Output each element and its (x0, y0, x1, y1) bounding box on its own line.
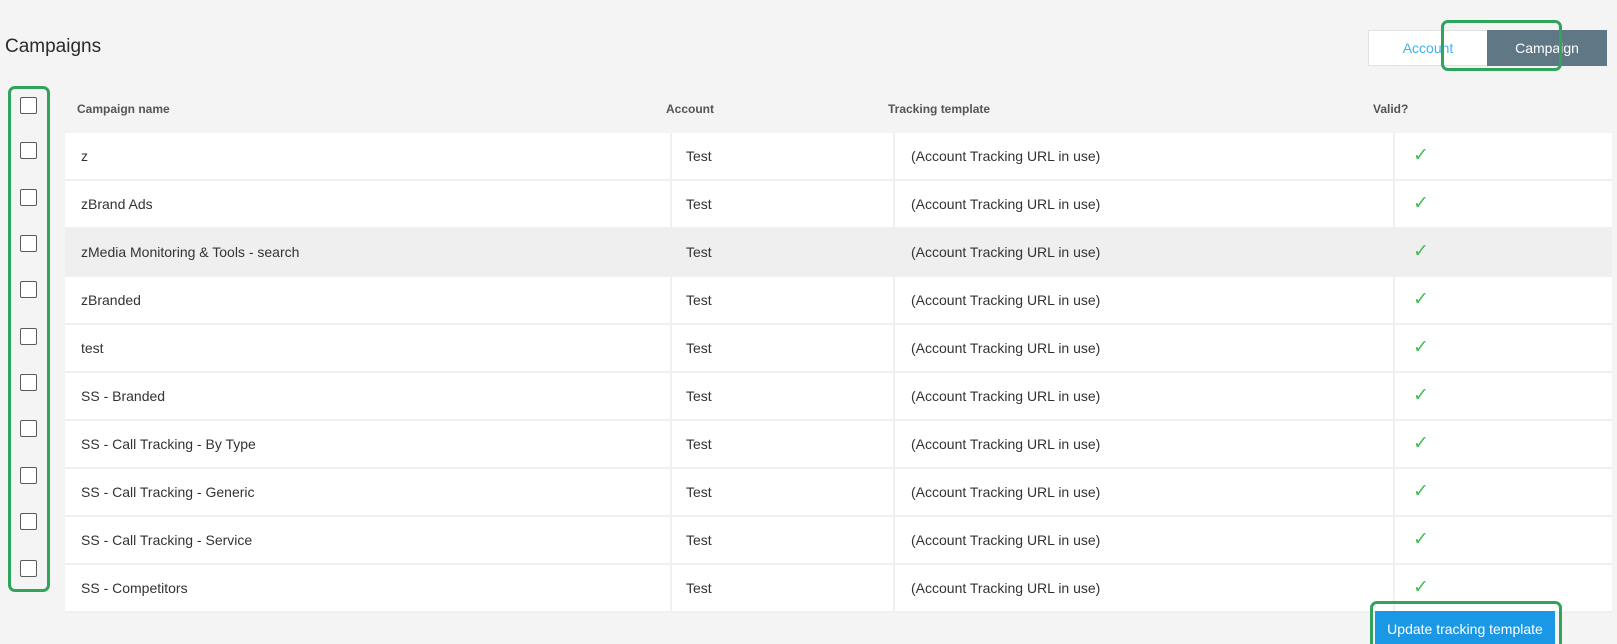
row-checkbox[interactable] (20, 374, 37, 391)
tracking-template-cell: (Account Tracking URL in use) (895, 373, 1395, 419)
valid-check-icon: ✓ (1413, 481, 1429, 502)
campaign-name-cell: SS - Competitors (65, 565, 672, 611)
campaign-name-cell: zMedia Monitoring & Tools - search (65, 229, 672, 275)
tracking-template-cell: (Account Tracking URL in use) (895, 517, 1395, 563)
valid-check-icon: ✓ (1413, 193, 1429, 214)
account-cell: Test (672, 421, 895, 467)
account-cell: Test (672, 565, 895, 611)
campaign-name-cell: SS - Call Tracking - Service (65, 517, 672, 563)
campaigns-table: Campaign name Account Tracking template … (65, 89, 1612, 613)
campaign-name-cell: test (65, 325, 672, 371)
header-account[interactable]: Account (666, 102, 714, 116)
campaign-name-cell: zBranded (65, 277, 672, 323)
valid-check-icon: ✓ (1413, 433, 1429, 454)
table-row[interactable]: SS - Branded Test (Account Tracking URL … (65, 373, 1612, 421)
account-cell: Test (672, 133, 895, 179)
row-checkbox[interactable] (20, 513, 37, 530)
table-row[interactable]: zBrand Ads Test (Account Tracking URL in… (65, 181, 1612, 229)
account-cell: Test (672, 325, 895, 371)
campaign-name-cell: zBrand Ads (65, 181, 672, 227)
valid-check-icon: ✓ (1413, 241, 1429, 262)
valid-check-icon: ✓ (1413, 337, 1429, 358)
row-checkbox[interactable] (20, 281, 37, 298)
page-title: Campaigns (5, 36, 102, 57)
header-tracking-template[interactable]: Tracking template (888, 102, 990, 116)
update-tracking-template-button[interactable]: Update tracking template (1375, 611, 1555, 644)
table-row[interactable]: SS - Competitors Test (Account Tracking … (65, 565, 1612, 613)
tracking-template-cell: (Account Tracking URL in use) (895, 421, 1395, 467)
account-cell: Test (672, 517, 895, 563)
valid-check-icon: ✓ (1413, 577, 1429, 598)
tracking-template-cell: (Account Tracking URL in use) (895, 565, 1395, 611)
table-row[interactable]: SS - Call Tracking - Generic Test (Accou… (65, 469, 1612, 517)
campaign-name-cell: SS - Branded (65, 373, 672, 419)
row-checkbox[interactable] (20, 420, 37, 437)
select-all-checkbox[interactable] (20, 97, 37, 114)
header-campaign-name[interactable]: Campaign name (77, 102, 170, 116)
account-cell: Test (672, 373, 895, 419)
view-toggle: Account Campaign (1368, 30, 1607, 66)
table-row[interactable]: SS - Call Tracking - By Type Test (Accou… (65, 421, 1612, 469)
account-cell: Test (672, 469, 895, 515)
row-checkbox[interactable] (20, 142, 37, 159)
valid-check-icon: ✓ (1413, 289, 1429, 310)
valid-check-icon: ✓ (1413, 145, 1429, 166)
valid-check-icon: ✓ (1413, 529, 1429, 550)
tracking-template-cell: (Account Tracking URL in use) (895, 277, 1395, 323)
tracking-template-cell: (Account Tracking URL in use) (895, 229, 1395, 275)
table-row[interactable]: zBranded Test (Account Tracking URL in u… (65, 277, 1612, 325)
row-checkbox[interactable] (20, 189, 37, 206)
account-cell: Test (672, 277, 895, 323)
table-row[interactable]: zMedia Monitoring & Tools - search Test … (65, 229, 1612, 277)
row-checkbox[interactable] (20, 235, 37, 252)
campaign-name-cell: z (65, 133, 672, 179)
row-checkbox[interactable] (20, 328, 37, 345)
row-checkbox[interactable] (20, 560, 37, 577)
table-row[interactable]: test Test (Account Tracking URL in use) … (65, 325, 1612, 373)
account-cell: Test (672, 181, 895, 227)
campaign-name-cell: SS - Call Tracking - By Type (65, 421, 672, 467)
tracking-template-cell: (Account Tracking URL in use) (895, 325, 1395, 371)
table-row[interactable]: SS - Call Tracking - Service Test (Accou… (65, 517, 1612, 565)
header-valid[interactable]: Valid? (1373, 102, 1408, 116)
tracking-template-cell: (Account Tracking URL in use) (895, 133, 1395, 179)
table-header: Campaign name Account Tracking template … (65, 89, 1612, 133)
account-cell: Test (672, 229, 895, 275)
campaign-toggle-button[interactable]: Campaign (1487, 30, 1607, 66)
tracking-template-cell: (Account Tracking URL in use) (895, 469, 1395, 515)
campaign-name-cell: SS - Call Tracking - Generic (65, 469, 672, 515)
account-toggle-button[interactable]: Account (1368, 30, 1488, 66)
row-checkbox[interactable] (20, 467, 37, 484)
valid-check-icon: ✓ (1413, 385, 1429, 406)
tracking-template-cell: (Account Tracking URL in use) (895, 181, 1395, 227)
table-row[interactable]: z Test (Account Tracking URL in use) ✓ (65, 133, 1612, 181)
